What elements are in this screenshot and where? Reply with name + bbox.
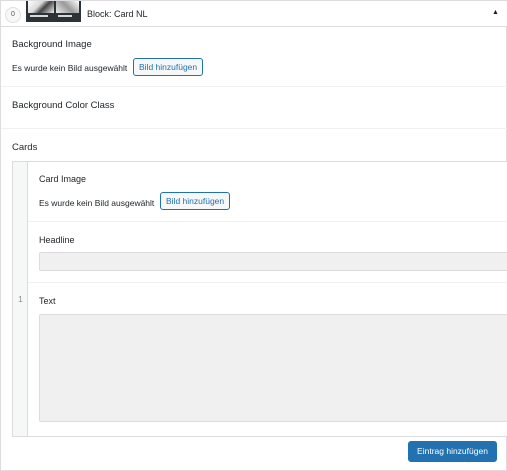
card-no-image-text: Es wurde kein Bild ausgewählt — [39, 198, 155, 208]
arrow-up-icon[interactable]: ▲ — [492, 9, 499, 16]
thumbnail-text-right — [58, 15, 72, 17]
row-number: 1 — [18, 294, 23, 304]
thumbnail-text-left — [30, 15, 48, 17]
headline-input[interactable] — [39, 252, 507, 271]
subfield-label-card-image: Card Image — [39, 174, 87, 184]
field-background-image: Background Image Es wurde kein Bild ausg… — [1, 28, 507, 87]
field-cards: Cards — [1, 130, 507, 160]
field-label-background-image: Background Image — [12, 39, 92, 50]
subfield-card-image: Card Image Es wurde kein Bild ausgewählt… — [28, 162, 507, 222]
no-image-text: Es wurde kein Bild ausgewählt — [12, 63, 128, 73]
row-drag-handle[interactable]: 1 — [13, 162, 28, 436]
text-textarea[interactable] — [39, 314, 507, 422]
block-thumbnail — [26, 1, 81, 22]
field-label-background-color-class: Background Color Class — [12, 100, 115, 111]
thumbnail-image-left — [28, 1, 54, 13]
field-background-color-class: Background Color Class — [1, 88, 507, 129]
add-card-image-button[interactable]: Bild hinzufügen — [160, 192, 231, 210]
add-row-button[interactable]: Eintrag hinzufügen — [408, 441, 497, 462]
subfield-headline: Headline — [28, 223, 507, 283]
layout-block-panel: 0 Block: Card NL ▲ Background Image Es w… — [0, 0, 507, 471]
cards-repeater: 1 Card Image Es wurde kein Bild ausgewäh… — [12, 161, 507, 437]
field-label-cards: Cards — [12, 142, 38, 153]
block-title: Block: Card NL — [87, 9, 148, 19]
block-order-badge[interactable]: 0 — [5, 7, 21, 23]
subfield-label-headline: Headline — [39, 235, 75, 245]
subfield-label-text: Text — [39, 296, 56, 306]
thumbnail-image-right — [56, 1, 79, 13]
add-background-image-button[interactable]: Bild hinzufügen — [133, 58, 204, 76]
subfield-text: Text — [28, 284, 507, 436]
block-header[interactable]: 0 Block: Card NL ▲ — [1, 1, 507, 27]
